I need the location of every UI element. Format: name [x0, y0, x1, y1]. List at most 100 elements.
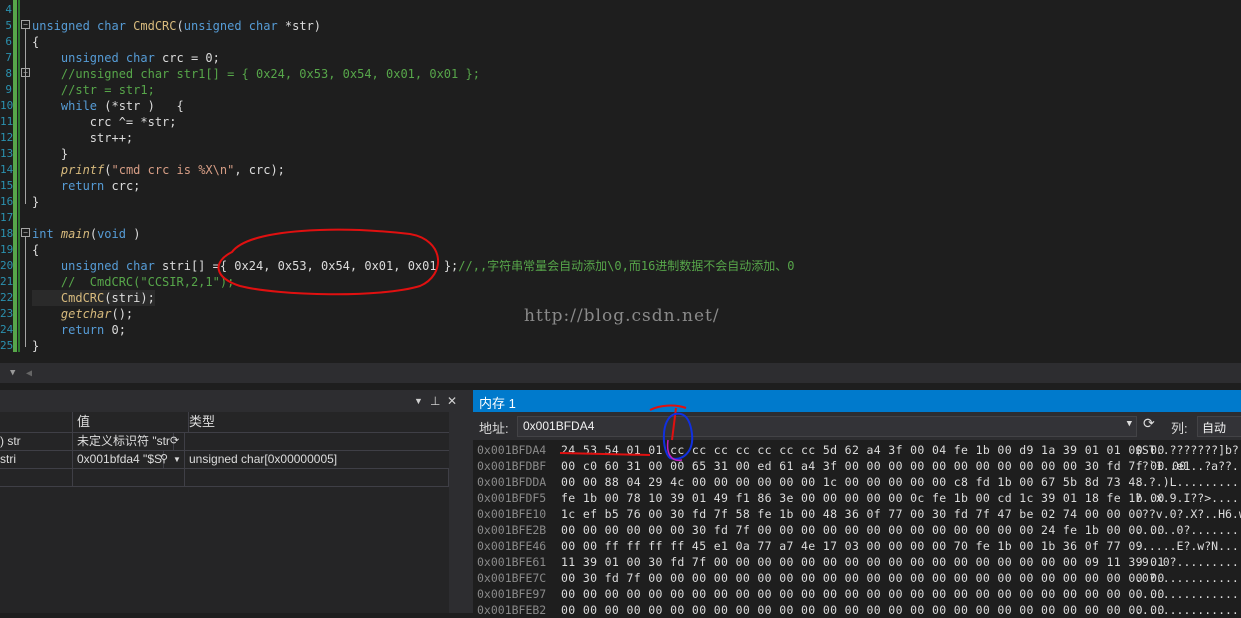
code-line[interactable]: } — [32, 338, 39, 354]
code-token: // CmdCRC("CCSIR,2,1"); — [32, 275, 235, 289]
code-token: { — [32, 35, 40, 49]
memory-address: 0x001BFDA4 — [477, 443, 547, 457]
code-line[interactable]: // CmdCRC("CCSIR,2,1"); — [32, 274, 234, 290]
code-token: stri[] ={ 0x24, 0x53, 0x54, 0x01, 0x01 }… — [154, 259, 459, 273]
memory-address: 0x001BFE46 — [477, 539, 547, 553]
magnifier-icon[interactable]: ⚲ — [160, 451, 172, 468]
code-editor[interactable]: 4 5 6 7 8 9 10 11 12 13 14 15 16 17 18 19 20 21 22 23 24 25 u… — [0, 0, 1241, 363]
code-line[interactable]: unsigned char crc = 0; — [32, 50, 220, 66]
watch-row[interactable]: ) str 未定义标识符 "str ⟳ — [0, 433, 453, 451]
pin-icon[interactable]: ⊥ — [430, 394, 440, 408]
close-icon[interactable]: ✕ — [447, 394, 457, 408]
watch-value[interactable]: 0x001bfda4 "$S' — [73, 451, 164, 468]
scroll-left-icon[interactable]: ◀ — [26, 368, 32, 379]
memory-bytes: 00 00 00 00 00 00 30 fd 7f 00 00 00 00 0… — [561, 523, 1165, 537]
memory-tab[interactable]: 内存 1 — [473, 390, 1241, 412]
code-token: (); — [111, 307, 134, 321]
code-token: } — [32, 195, 40, 209]
refresh-icon[interactable]: ⟳ — [1143, 416, 1155, 432]
line-number: 20 — [0, 259, 14, 272]
address-label: 地址: — [479, 421, 509, 436]
code-line[interactable]: } — [32, 146, 68, 162]
memory-address: 0x001BFDDA — [477, 475, 547, 489]
memory-address: 0x001BFEB2 — [477, 603, 547, 617]
watch-name[interactable]: ) str — [0, 433, 73, 450]
memory-address: 0x001BFDF5 — [477, 491, 547, 505]
code-line[interactable]: return 0; — [32, 322, 126, 338]
code-token: unsigned char — [60, 259, 155, 273]
column-header-value[interactable]: 值 — [73, 412, 189, 432]
dropdown-arrow-icon[interactable]: ▼ — [414, 396, 423, 406]
memory-toolbar: 地址: 0x001BFDA4 ▼ ⟳ 列: 自动 — [473, 412, 1241, 440]
fold-toggle-icon[interactable]: − — [21, 20, 30, 29]
code-line[interactable]: //str = str1; — [32, 82, 155, 98]
code-token: //str = str1; — [32, 83, 155, 97]
code-line[interactable]: printf("cmd crc is %X\n", crc); — [32, 162, 285, 178]
code-token: main — [60, 227, 90, 241]
columns-select[interactable]: 自动 — [1197, 416, 1241, 437]
line-number: 4 — [5, 3, 12, 16]
watch-vertical-scrollbar[interactable] — [449, 412, 469, 613]
memory-address: 0x001BFE2B — [477, 523, 547, 537]
code-line[interactable]: } — [32, 194, 39, 210]
code-line[interactable]: str++; — [32, 130, 133, 146]
dropdown-arrow-icon[interactable]: ▼ — [10, 368, 15, 378]
column-header-type[interactable]: 类型 — [185, 412, 453, 432]
watch-row[interactable]: stri 0x001bfda4 "$S' ⚲ ▼ unsigned char[0… — [0, 451, 453, 469]
code-line[interactable]: crc ^= *str; — [32, 114, 177, 130]
line-number: 14 — [0, 163, 14, 176]
line-number: 22 — [0, 291, 14, 304]
dropdown-arrow-icon[interactable]: ▼ — [173, 451, 185, 468]
memory-panel: 内存 1 地址: 0x001BFDA4 ▼ ⟳ 列: 自动 0x001BFDA4… — [473, 390, 1241, 617]
watch-type: unsigned char[0x00000005] — [185, 451, 453, 468]
code-token: //,,字符串常量会自动添加\0,而16进制数据不会自动添加、0 — [458, 259, 795, 273]
code-line[interactable]: int main(void ) — [32, 226, 140, 242]
columns-value[interactable]: 自动 — [1202, 419, 1226, 436]
code-token: CmdCRC — [133, 19, 177, 33]
address-value[interactable]: 0x001BFDA4 — [523, 419, 594, 433]
code-line[interactable]: { — [32, 242, 39, 258]
code-line[interactable]: //unsigned char str1[] = { 0x24, 0x53, 0… — [32, 66, 480, 82]
refresh-icon[interactable]: ⟳ — [170, 433, 185, 450]
code-line[interactable]: CmdCRC(stri); — [32, 290, 155, 306]
watch-value[interactable]: 未定义标识符 "str — [73, 433, 174, 450]
code-token: *str) — [277, 19, 322, 33]
chevron-down-icon[interactable]: ▼ — [1127, 419, 1132, 429]
code-line[interactable]: getchar(); — [32, 306, 133, 322]
editor-horizontal-scrollbar[interactable]: ▼ ◀ — [0, 363, 1241, 383]
code-line[interactable]: unsigned char stri[] ={ 0x24, 0x53, 0x54… — [32, 258, 795, 274]
watch-value[interactable] — [73, 469, 185, 486]
code-token: str++; — [32, 131, 134, 145]
code-token: ( — [176, 19, 184, 33]
memory-ascii: ?..x.9.I??>..... — [1135, 491, 1241, 505]
line-number: 25 — [0, 339, 14, 352]
line-number: 7 — [5, 51, 12, 64]
code-line[interactable]: { — [32, 34, 39, 50]
code-line[interactable]: while (*str ) { — [32, 98, 184, 114]
line-number: 9 — [5, 83, 12, 96]
code-token: ( — [104, 163, 112, 177]
code-token: (stri); — [104, 291, 155, 305]
watch-row[interactable] — [0, 469, 449, 487]
memory-ascii: .??v.0?.X?..H6.w — [1135, 507, 1241, 521]
memory-tab-label: 内存 1 — [479, 396, 516, 411]
memory-bytes: 1c ef b5 76 00 30 fd 7f 58 fe 1b 00 48 3… — [561, 507, 1143, 521]
code-line[interactable]: unsigned char CmdCRC(unsigned char *str) — [32, 18, 321, 34]
code-line[interactable]: return crc; — [32, 178, 140, 194]
watch-name[interactable]: stri — [0, 451, 73, 468]
address-input[interactable]: 0x001BFDA4 ▼ — [517, 416, 1137, 437]
watch-type — [185, 433, 453, 450]
fold-toggle-icon[interactable]: − — [21, 228, 30, 237]
line-number: 11 — [0, 115, 14, 128]
code-token: , crc); — [234, 163, 285, 177]
watch-name[interactable] — [0, 469, 73, 486]
code-token: CmdCRC — [60, 291, 105, 305]
fold-toggle-icon[interactable]: − — [21, 68, 30, 77]
code-token: void — [97, 227, 126, 241]
change-indicator-bar — [13, 0, 17, 352]
column-header-name[interactable] — [0, 412, 73, 432]
memory-ascii: ................ — [1135, 587, 1241, 601]
